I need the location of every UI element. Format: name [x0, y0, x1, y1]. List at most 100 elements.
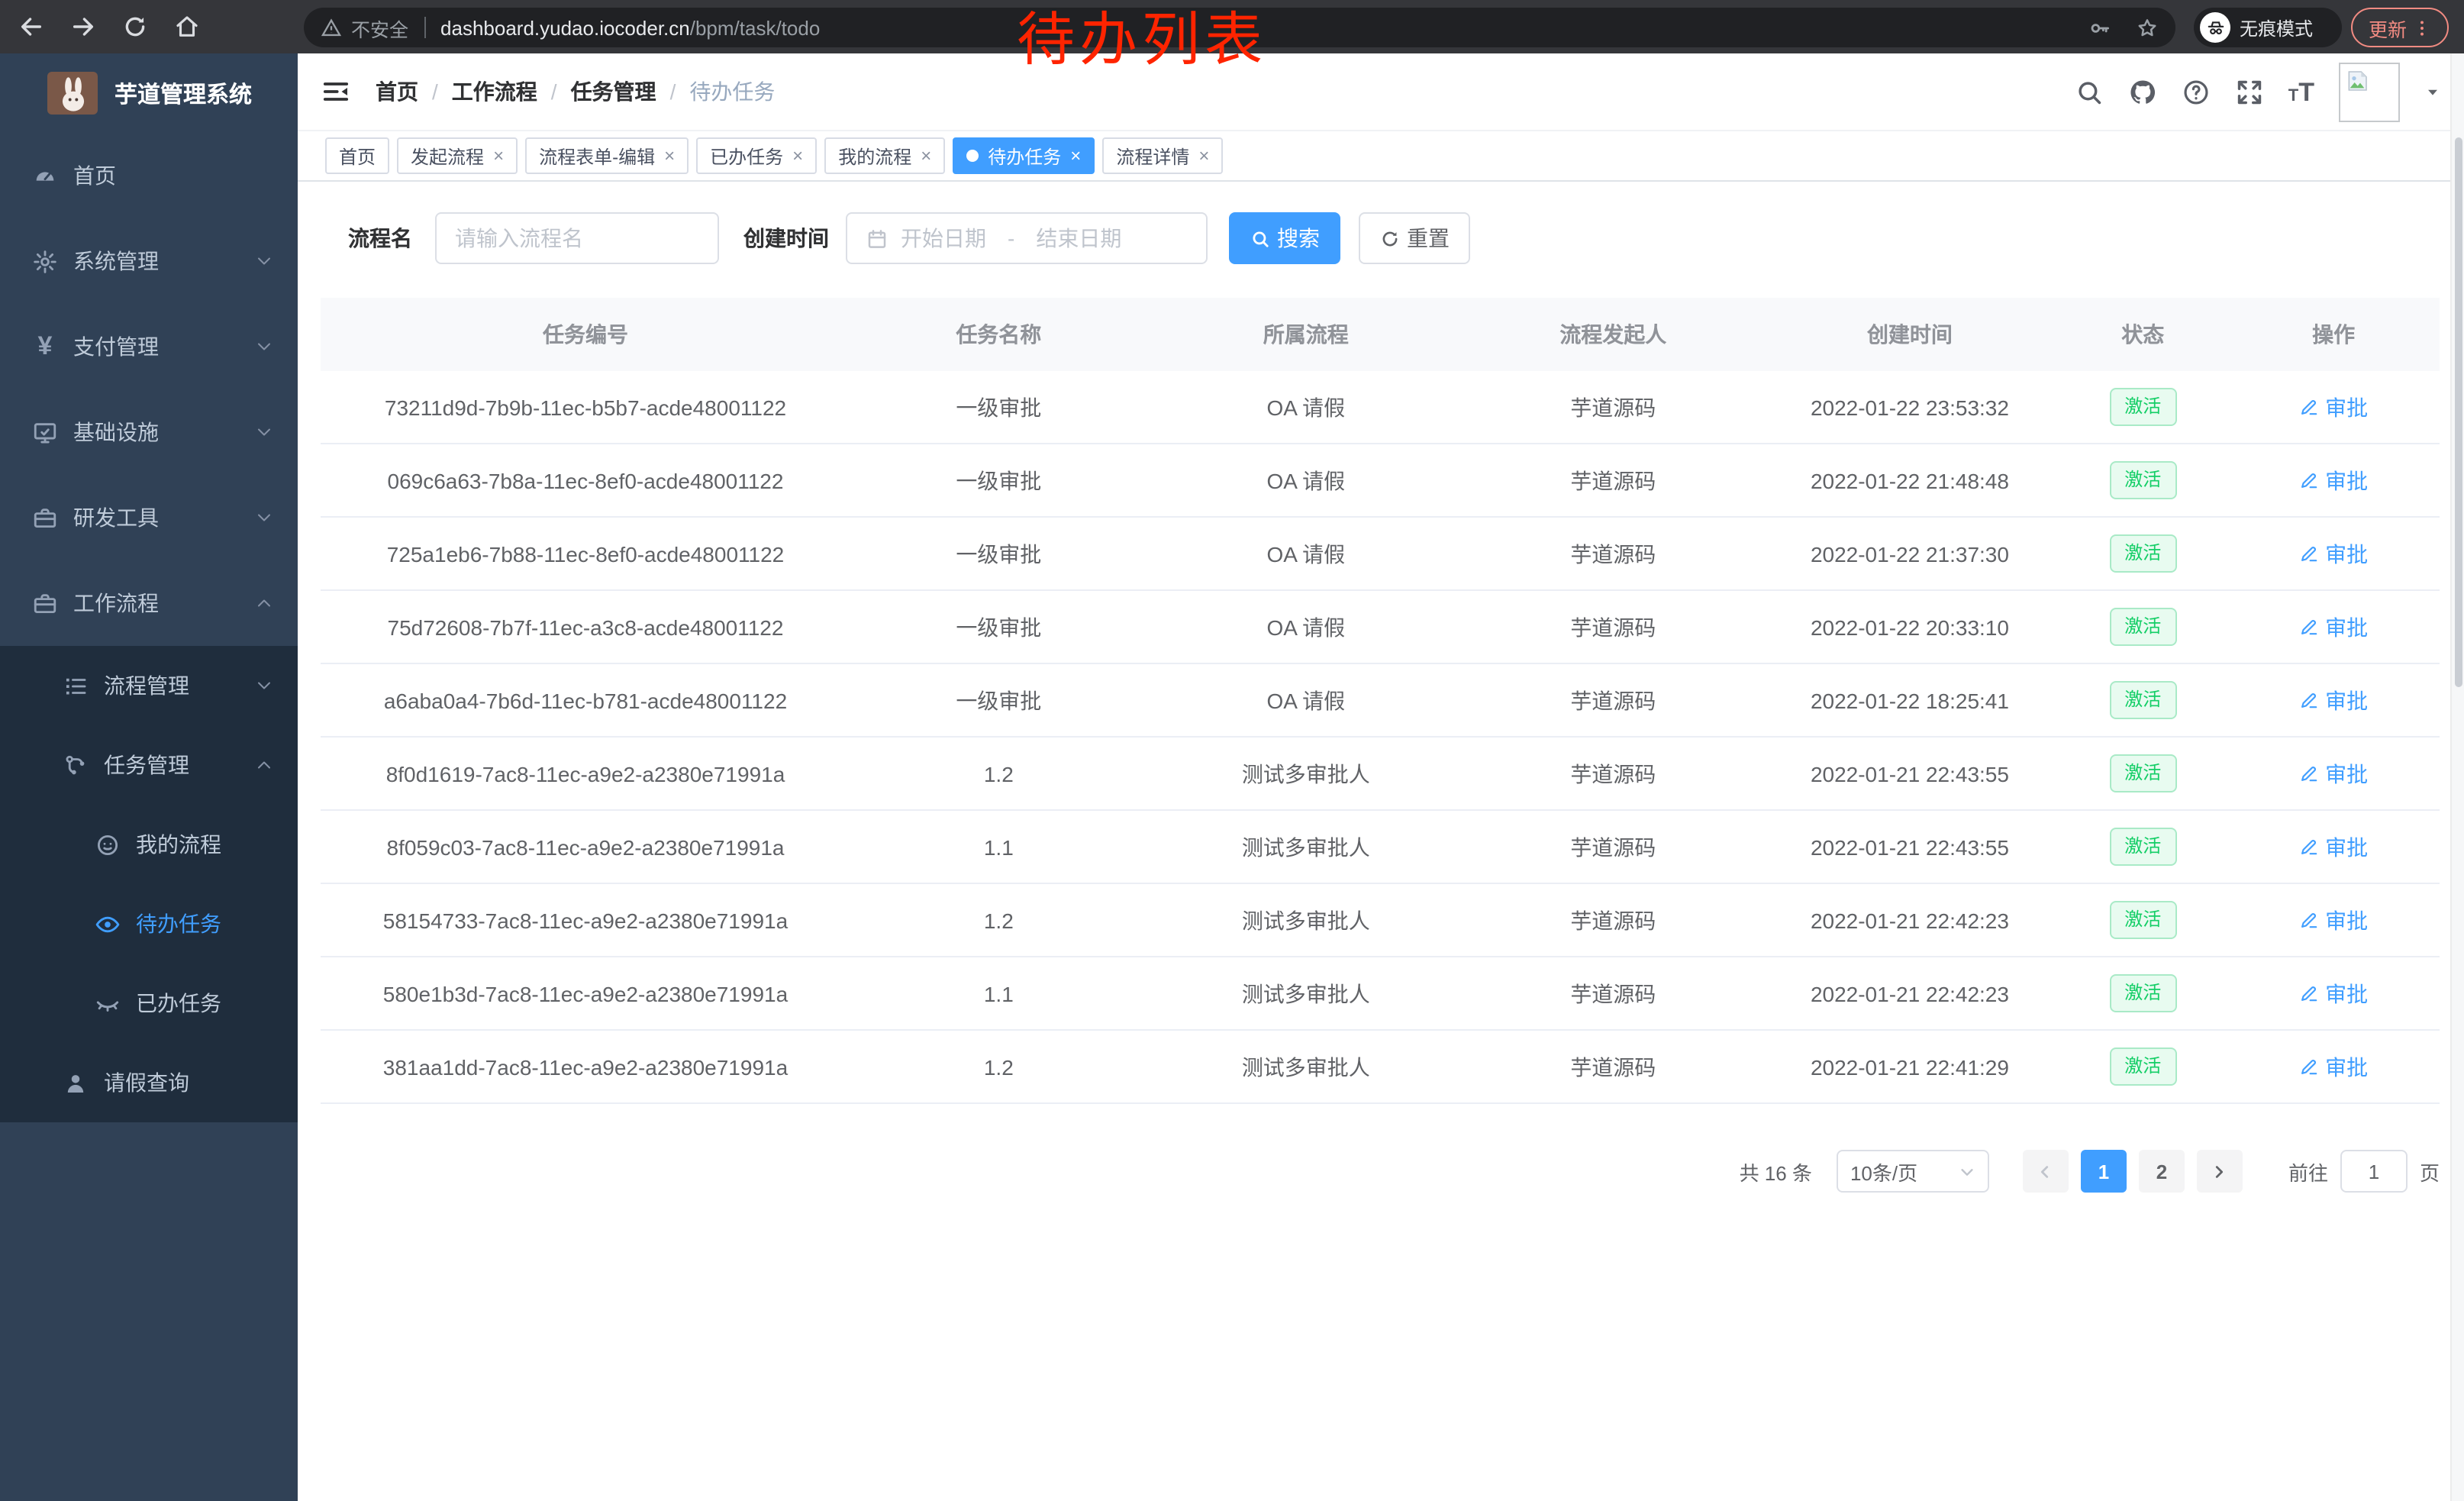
cell-task-id: 381aa1dd-7ac8-11ec-a9e2-a2380e71991a [321, 1054, 850, 1079]
cell-task-name: 1.2 [850, 1054, 1147, 1079]
table-row-0: 73211d9d-7b9b-11ec-b5b7-acde48001122一级审批… [321, 371, 2440, 444]
tab-5[interactable]: 待办任务× [953, 137, 1095, 174]
browser-update-button[interactable]: 更新 [2351, 8, 2449, 47]
process-name-input[interactable]: 请输入流程名 [435, 212, 719, 264]
breadcrumb-item-2[interactable]: 任务管理 [571, 76, 656, 107]
sidebar-item-0[interactable]: 首页 [0, 133, 298, 218]
forward-icon[interactable] [70, 14, 96, 40]
search-button[interactable]: 搜索 [1229, 212, 1340, 264]
status-badge: 激活 [2109, 608, 2176, 646]
github-icon[interactable] [2128, 77, 2157, 106]
cell-process: OA 请假 [1147, 392, 1465, 422]
prev-page-button[interactable] [2023, 1150, 2069, 1193]
cell-status: 激活 [2058, 974, 2227, 1012]
sidebar-item-label: 流程管理 [104, 670, 189, 701]
avatar-caret-icon[interactable] [2424, 83, 2441, 100]
page-size-select[interactable]: 10条/页 [1837, 1150, 1989, 1193]
reset-button[interactable]: 重置 [1359, 212, 1470, 264]
table-header-row: 任务编号任务名称所属流程流程发起人创建时间状态操作 [321, 298, 2440, 371]
logo-rabbit-avatar [47, 72, 98, 115]
cell-create-time: 2022-01-21 22:42:23 [1762, 908, 2059, 932]
sidebar-item-8[interactable]: 我的流程 [0, 805, 298, 884]
url-bar[interactable]: 不安全 dashboard.yudao.iocoder.cn/bpm/task/… [304, 8, 2175, 47]
goto-page-input[interactable]: 1 [2340, 1150, 2408, 1193]
avatar[interactable] [2339, 62, 2400, 121]
search-icon[interactable] [2075, 77, 2104, 106]
cell-create-time: 2022-01-21 22:42:23 [1762, 981, 2059, 1006]
pencil-icon [2299, 837, 2319, 857]
tab-close-icon[interactable]: × [921, 147, 931, 165]
pencil-icon [2299, 544, 2319, 563]
table-row-8: 580e1b3d-7ac8-11ec-a9e2-a2380e71991a1.1测… [321, 957, 2440, 1031]
tab-4[interactable]: 我的流程× [824, 137, 945, 174]
help-icon[interactable] [2182, 77, 2211, 106]
tab-close-icon[interactable]: × [792, 147, 803, 165]
breadcrumb-separator: / [432, 79, 438, 104]
collapse-sidebar-icon[interactable] [321, 76, 351, 107]
calendar-icon [866, 227, 889, 250]
sidebar-item-9[interactable]: 待办任务 [0, 884, 298, 964]
page-button-2[interactable]: 2 [2139, 1150, 2185, 1193]
total-count-label: 共 16 条 [1740, 1157, 1812, 1186]
next-page-button[interactable] [2197, 1150, 2243, 1193]
fullscreen-icon[interactable] [2235, 77, 2264, 106]
sidebar-item-6[interactable]: 流程管理 [0, 646, 298, 725]
sidebar-item-3[interactable]: 基础设施 [0, 389, 298, 475]
tab-label: 发起流程 [411, 143, 484, 169]
approve-link[interactable]: 审批 [2299, 465, 2368, 495]
status-badge: 激活 [2109, 901, 2176, 939]
filter-bar: 流程名 请输入流程名 创建时间 开始日期 - 结束日期 搜索 [321, 212, 2440, 264]
page-button-1[interactable]: 1 [2081, 1150, 2127, 1193]
menu-dots-icon[interactable] [2411, 18, 2431, 37]
sidebar-item-5[interactable]: 工作流程 [0, 560, 298, 646]
tab-3[interactable]: 已办任务× [696, 137, 817, 174]
tab-close-icon[interactable]: × [493, 147, 504, 165]
tab-close-icon[interactable]: × [664, 147, 675, 165]
back-icon[interactable] [18, 14, 44, 40]
chevron-down-icon [255, 423, 273, 441]
approve-link[interactable]: 审批 [2299, 758, 2368, 789]
refresh-icon [1379, 228, 1399, 248]
approve-link[interactable]: 审批 [2299, 612, 2368, 642]
bookmark-star-icon[interactable] [2136, 16, 2159, 39]
breadcrumb-item-3: 待办任务 [689, 76, 775, 107]
sidebar-item-4[interactable]: 研发工具 [0, 475, 298, 560]
tab-1[interactable]: 发起流程 × [397, 137, 518, 174]
approve-link[interactable]: 审批 [2299, 392, 2368, 422]
approve-link[interactable]: 审批 [2299, 978, 2368, 1009]
approve-link[interactable]: 审批 [2299, 1051, 2368, 1082]
font-size-icon[interactable]: TT [2288, 79, 2314, 105]
approve-link[interactable]: 审批 [2299, 905, 2368, 935]
password-key-icon[interactable] [2088, 16, 2111, 39]
tab-0[interactable]: 首页 [325, 137, 389, 174]
breadcrumb-item-0[interactable]: 首页 [376, 76, 418, 107]
todo-task-table: 任务编号任务名称所属流程流程发起人创建时间状态操作 73211d9d-7b9b-… [321, 298, 2440, 1104]
gear-icon [32, 248, 58, 274]
column-header-0: 任务编号 [321, 319, 850, 350]
pencil-icon [2299, 910, 2319, 930]
tab-close-icon[interactable]: × [1198, 147, 1209, 165]
chevron-up-icon [255, 756, 273, 774]
sidebar-item-2[interactable]: ¥支付管理 [0, 304, 298, 389]
tab-2[interactable]: 流程表单-编辑× [525, 137, 689, 174]
scrollbar-thumb[interactable] [2454, 137, 2462, 687]
page-scrollbar[interactable] [2450, 53, 2464, 1501]
sidebar-item-7[interactable]: 任务管理 [0, 725, 298, 805]
tab-6[interactable]: 流程详情× [1102, 137, 1223, 174]
pencil-icon [2299, 1057, 2319, 1077]
sidebar-item-10[interactable]: 已办任务 [0, 964, 298, 1043]
breadcrumb-item-1[interactable]: 工作流程 [452, 76, 537, 107]
approve-link[interactable]: 审批 [2299, 538, 2368, 569]
approve-link[interactable]: 审批 [2299, 685, 2368, 715]
sidebar-item-label: 任务管理 [104, 750, 189, 780]
sidebar-item-11[interactable]: 请假查询 [0, 1043, 298, 1122]
approve-link[interactable]: 审批 [2299, 831, 2368, 862]
app-logo[interactable]: 芋道管理系统 [0, 53, 298, 133]
home-icon[interactable] [174, 14, 200, 40]
not-secure-warning-icon [321, 17, 342, 38]
sidebar-item-1[interactable]: 系统管理 [0, 218, 298, 304]
yen-icon: ¥ [32, 331, 58, 362]
tab-close-icon[interactable]: × [1070, 147, 1081, 165]
reload-icon[interactable] [122, 14, 148, 40]
date-range-input[interactable]: 开始日期 - 结束日期 [846, 212, 1208, 264]
